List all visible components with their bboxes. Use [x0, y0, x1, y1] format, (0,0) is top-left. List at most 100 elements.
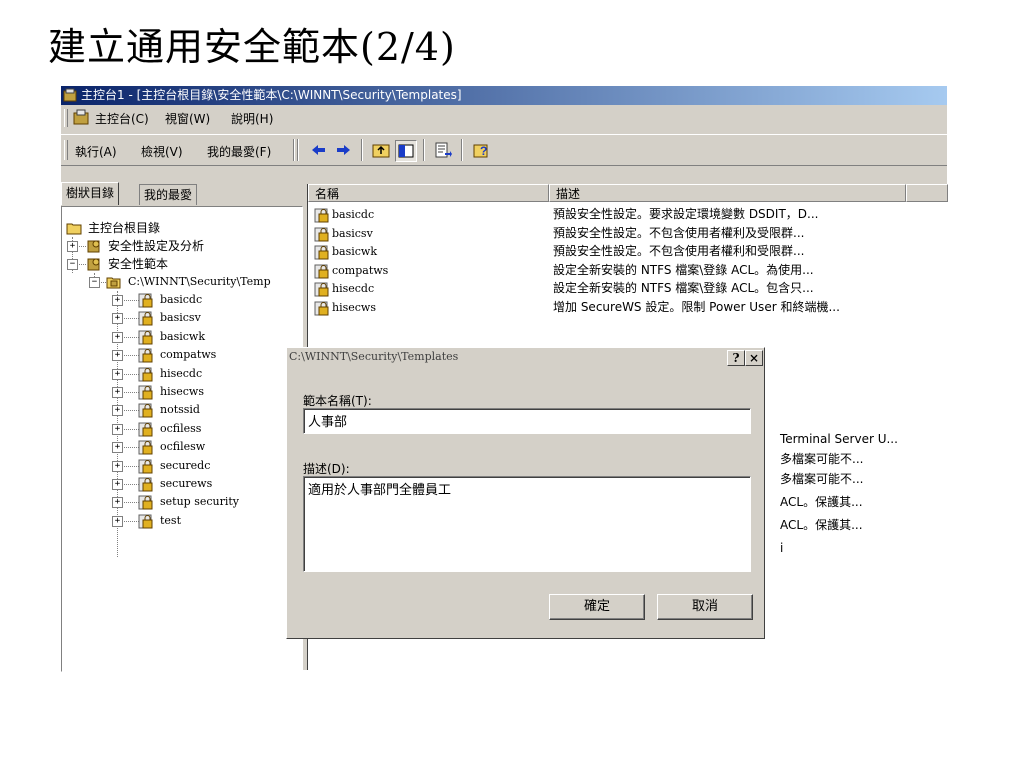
menubar-grip[interactable]: [64, 109, 68, 127]
toolbar-separator: [461, 139, 463, 161]
expand-plus-icon[interactable]: +: [112, 331, 123, 343]
template-label: setup security: [160, 495, 240, 509]
expand-plus-icon[interactable]: +: [112, 442, 123, 454]
partial-desc: 多檔案可能不...: [780, 472, 864, 486]
template-icon: [314, 245, 329, 260]
template-label: securedc: [160, 458, 211, 472]
template-name: compatws: [332, 263, 389, 277]
template-icon: [138, 459, 153, 474]
template-icon: [138, 311, 153, 326]
forward-arrow-icon[interactable]: [333, 140, 353, 160]
template-description: 預設安全性設定。不包含使用者權利和受限群...: [553, 244, 805, 259]
view-menu[interactable]: 檢視(V): [141, 143, 183, 160]
dialog-help-button[interactable]: ?: [727, 350, 745, 366]
template-label: basicsv: [160, 311, 201, 325]
menu-help[interactable]: 說明(H): [231, 110, 273, 127]
template-icon: [138, 293, 153, 308]
expand-plus-icon[interactable]: +: [112, 295, 123, 306]
template-icon: [138, 495, 153, 510]
toolbar-separator: [361, 139, 363, 161]
expand-plus-icon[interactable]: +: [112, 497, 123, 509]
list-item[interactable]: hisecws 增加 SecureWS 設定。限制 Power User 和終端機…: [308, 299, 948, 316]
template-label: notssid: [160, 403, 200, 417]
template-label: hisecws: [160, 385, 204, 398]
template-name: basicwk: [332, 245, 378, 259]
expand-plus-icon[interactable]: +: [112, 460, 123, 472]
template-name: basicsv: [332, 226, 373, 240]
template-name: hisecdc: [332, 282, 375, 296]
expand-plus-icon[interactable]: +: [112, 405, 123, 417]
dialog-title: C:\WINNT\Security\Templates: [289, 350, 459, 363]
ok-button[interactable]: 確定: [549, 594, 645, 620]
favorites-menu[interactable]: 我的最愛(F): [207, 143, 271, 160]
column-header-empty[interactable]: [906, 184, 948, 202]
column-header-name[interactable]: 名稱: [308, 184, 549, 202]
action-menu[interactable]: 執行(A): [75, 143, 117, 160]
expand-plus-icon[interactable]: +: [112, 368, 123, 380]
template-description: 預設安全性設定。要求設定環境變數 DSDIT，D...: [553, 207, 819, 221]
template-name-field[interactable]: 人事部: [303, 408, 751, 434]
open-folder-icon: [106, 277, 121, 289]
column-header-description[interactable]: 描述: [549, 184, 906, 202]
list-item[interactable]: hisecdc 設定全新安裝的 NTFS 檔案\登錄 ACL。包含只...: [308, 280, 948, 297]
partial-desc: i: [780, 541, 784, 555]
menu-console[interactable]: 主控台(C): [95, 110, 149, 127]
partial-desc: ACL。保護其...: [780, 495, 863, 509]
show-hide-tree-icon[interactable]: [395, 140, 417, 162]
toolbar: 執行(A) 檢視(V) 我的最愛(F) ?: [61, 134, 947, 166]
template-icon: [138, 385, 153, 400]
tab-tree[interactable]: 樹狀目錄: [61, 182, 120, 205]
dialog-close-button[interactable]: ×: [745, 350, 763, 366]
template-label: ocfilesw: [160, 440, 206, 454]
menubar: 主控台(C) 視窗(W) 說明(H): [61, 106, 947, 130]
export-list-icon[interactable]: [433, 140, 453, 160]
partial-desc: ACL。保護其...: [780, 518, 863, 532]
back-arrow-icon[interactable]: [309, 140, 329, 160]
console-menu-icon[interactable]: [73, 109, 89, 125]
template-description: 增加 SecureWS 設定。限制 Power User 和終端機...: [553, 300, 840, 314]
template-icon: [138, 477, 153, 492]
template-icon: [138, 514, 153, 529]
template-icon: [314, 208, 329, 223]
menu-window[interactable]: 視窗(W): [165, 110, 210, 127]
expand-plus-icon[interactable]: +: [112, 313, 123, 325]
toolbar-grip[interactable]: [64, 140, 68, 160]
template-name-label: 範本名稱(T):: [303, 394, 372, 408]
list-item[interactable]: compatws 設定全新安裝的 NTFS 檔案\登錄 ACL。為使用...: [308, 262, 948, 279]
template-label: compatws: [160, 348, 217, 362]
tab-favorites[interactable]: 我的最愛: [139, 184, 198, 205]
toolbar-separator: [423, 139, 425, 161]
list-item[interactable]: basicsv 預設安全性設定。不包含使用者權利及受限群...: [308, 225, 948, 242]
list-item[interactable]: basicdc 預設安全性設定。要求設定環境變數 DSDIT，D...: [308, 206, 948, 223]
help-icon[interactable]: ?: [471, 140, 491, 160]
template-icon: [138, 403, 153, 418]
expand-plus-icon[interactable]: +: [112, 350, 123, 362]
toolbar-separator: [297, 139, 299, 161]
cancel-button[interactable]: 取消: [657, 594, 753, 620]
expand-plus-icon[interactable]: +: [112, 423, 123, 435]
dialog-titlebar[interactable]: C:\WINNT\Security\Templates ? ×: [287, 348, 764, 366]
template-name: hisecws: [332, 301, 376, 314]
up-folder-icon[interactable]: [371, 140, 391, 160]
folder-icon: [66, 223, 82, 235]
template-icon: [138, 440, 153, 455]
expand-plus-icon[interactable]: +: [67, 241, 78, 252]
list-item[interactable]: basicwk 預設安全性設定。不包含使用者權利和受限群...: [308, 243, 948, 260]
window-title: 主控台1 - [主控台根目錄\安全性範本\C:\WINNT\Security\T…: [81, 88, 462, 102]
template-label: hisecdc: [160, 366, 203, 380]
template-description: 設定全新安裝的 NTFS 檔案\登錄 ACL。包含只...: [553, 281, 814, 296]
expand-plus-icon[interactable]: +: [112, 515, 123, 527]
window-titlebar[interactable]: 主控台1 - [主控台根目錄\安全性範本\C:\WINNT\Security\T…: [61, 86, 947, 105]
collapse-minus-icon[interactable]: −: [89, 277, 100, 288]
expand-plus-icon[interactable]: +: [112, 387, 123, 398]
template-icon: [314, 301, 329, 316]
template-description: 預設安全性設定。不包含使用者權利及受限群...: [553, 225, 805, 240]
expand-plus-icon[interactable]: +: [112, 479, 123, 490]
template-label: ocfiless: [160, 421, 202, 435]
console-tree: 主控台根目錄 + 安全性設定及分析 − 安全性範本 − C:\WINNT\Sec…: [61, 206, 303, 672]
collapse-minus-icon[interactable]: −: [67, 259, 78, 270]
template-description: 設定全新安裝的 NTFS 檔案\登錄 ACL。為使用...: [553, 262, 814, 277]
toolbar-separator: [293, 139, 295, 161]
template-icon: [314, 264, 329, 279]
description-field[interactable]: 適用於人事部門全體員工: [303, 476, 751, 572]
